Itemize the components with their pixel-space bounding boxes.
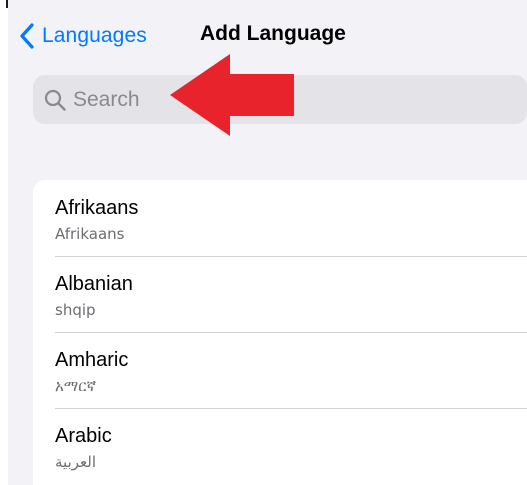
language-name: Albanian — [55, 273, 133, 295]
language-row-amharic[interactable]: Amharic አማርኛ — [33, 332, 527, 408]
language-name: Amharic — [55, 349, 129, 371]
language-list: Afrikaans Afrikaans Albanian shqip Amhar… — [33, 180, 527, 485]
language-native-name: العربية — [55, 453, 96, 471]
back-button-languages[interactable]: Languages — [18, 20, 147, 52]
language-row-arabic[interactable]: Arabic العربية — [33, 408, 527, 484]
language-name: Afrikaans — [55, 197, 139, 219]
back-button-label: Languages — [42, 24, 147, 47]
language-native-name: Afrikaans — [55, 225, 125, 243]
add-language-screen: Languages Add Language Afrikaans Afrikaa… — [8, 0, 527, 485]
chevron-left-icon — [20, 23, 34, 49]
red-arrow-annotation-icon — [170, 54, 294, 136]
language-row-albanian[interactable]: Albanian shqip — [33, 256, 527, 332]
language-native-name: አማርኛ — [55, 377, 97, 395]
language-name: Arabic — [55, 425, 112, 447]
page-title: Add Language — [200, 22, 346, 45]
search-icon — [44, 89, 66, 111]
language-native-name: shqip — [55, 301, 96, 319]
language-row-afrikaans[interactable]: Afrikaans Afrikaans — [33, 180, 527, 256]
